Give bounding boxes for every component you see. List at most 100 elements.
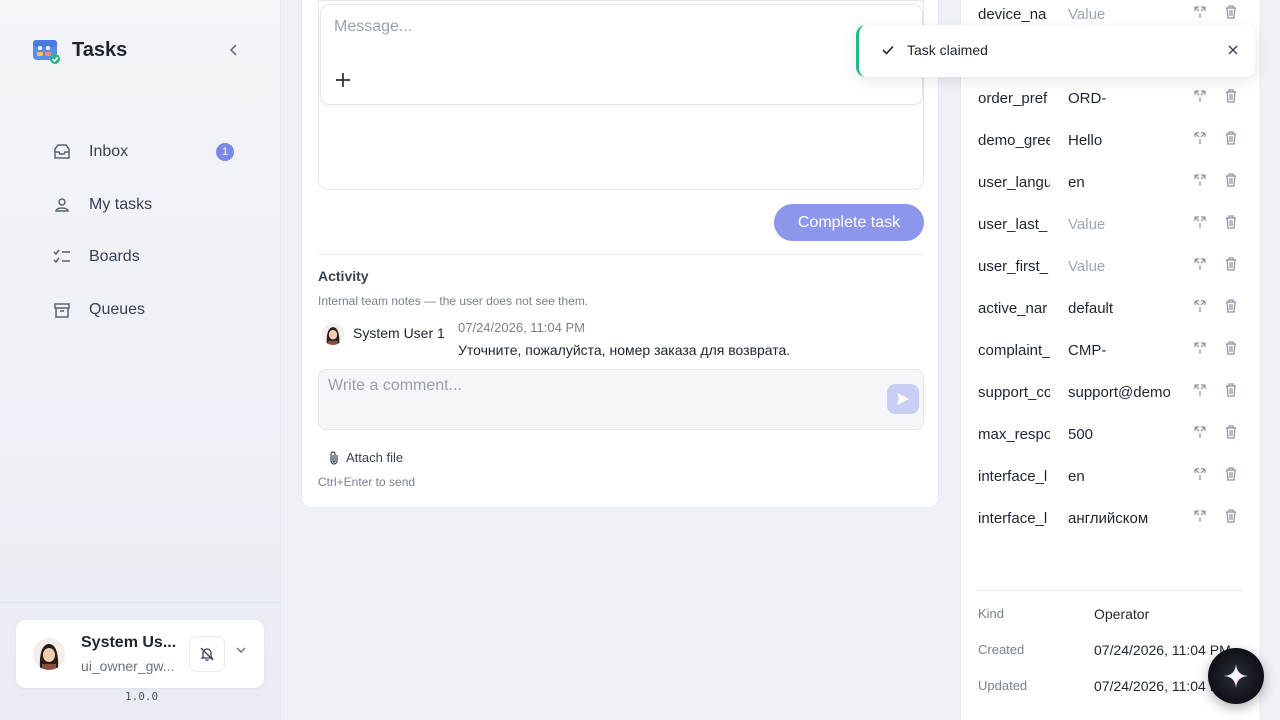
chevron-left-icon [229, 44, 237, 56]
send-hint: Ctrl+Enter to send [318, 475, 416, 489]
complete-task-button[interactable]: Complete task [774, 204, 924, 241]
expand-icon [1194, 300, 1206, 312]
variable-value-input[interactable]: support@demo [1068, 384, 1170, 401]
sidebar: Tasks Inbox 1 My tasks Boards Queues Sys… [0, 0, 281, 720]
variable-key: user_langu [978, 174, 1050, 191]
divider [318, 254, 924, 255]
variable-row: user_first_ Value [978, 256, 1248, 280]
variable-key: device_na [978, 6, 1047, 23]
chevron-down-icon[interactable] [236, 646, 246, 657]
delete-variable-button[interactable] [1225, 467, 1239, 481]
expand-variable-button[interactable] [1193, 341, 1207, 355]
variable-row: demo_gree Hello [978, 130, 1248, 154]
attach-file-button[interactable]: Attach file [328, 450, 403, 465]
expand-variable-button[interactable] [1193, 425, 1207, 439]
sidebar-item-queues[interactable]: Queues [40, 288, 250, 332]
send-icon [897, 393, 909, 405]
variable-row: complaint_ CMP- [978, 340, 1248, 364]
variable-value-input[interactable]: en [1068, 174, 1170, 191]
variable-value-input[interactable]: Hello [1068, 132, 1170, 149]
checklist-icon [52, 247, 72, 267]
expand-icon [1194, 6, 1206, 18]
delete-variable-button[interactable] [1225, 89, 1239, 103]
variable-value-input[interactable]: en [1068, 468, 1170, 485]
expand-icon [1194, 468, 1206, 480]
sidebar-item-inbox[interactable]: Inbox 1 [40, 130, 250, 174]
delete-variable-button[interactable] [1225, 509, 1239, 523]
sidebar-item-label: Boards [89, 248, 140, 265]
expand-variable-button[interactable] [1193, 299, 1207, 313]
variable-key: complaint_ [978, 342, 1050, 359]
collapse-sidebar-button[interactable] [224, 40, 244, 60]
check-icon [881, 43, 895, 57]
task-variables-panel: device_naValuecompany_UI E2E ui_e2e_orde… [960, 0, 1259, 720]
delete-variable-button[interactable] [1225, 131, 1239, 145]
variable-value-input[interactable]: Value [1068, 216, 1170, 233]
delete-variable-button[interactable] [1225, 425, 1239, 439]
send-comment-button[interactable] [887, 384, 919, 414]
assistant-button[interactable] [1208, 648, 1264, 704]
app-version: 1.0.0 [125, 690, 159, 703]
user-card[interactable]: System Us... ui_owner_gw... [16, 620, 264, 688]
paperclip-icon [330, 450, 338, 465]
variable-value-input[interactable]: Value [1068, 258, 1170, 275]
updated-label: Updated [978, 678, 1028, 693]
expand-variable-button[interactable] [1193, 257, 1207, 271]
variable-key: interface_l [978, 510, 1048, 527]
kind-label: Kind [978, 606, 1005, 621]
expand-variable-button[interactable] [1193, 509, 1207, 523]
delete-variable-button[interactable] [1225, 5, 1239, 19]
variable-row: user_langu en [978, 172, 1248, 196]
delete-variable-button[interactable] [1225, 341, 1239, 355]
activity-subtitle: Internal team notes — the user does not … [318, 294, 589, 308]
created-value: 07/24/2026, 11:04 PM [1094, 642, 1231, 658]
variable-value-input[interactable]: default [1068, 300, 1170, 317]
variable-key: demo_gree [978, 132, 1050, 149]
expand-variable-button[interactable] [1193, 383, 1207, 397]
sidebar-item-boards[interactable]: Boards [40, 235, 250, 279]
variable-value-input[interactable]: Value [1068, 6, 1170, 23]
expand-variable-button[interactable] [1193, 89, 1207, 103]
message-input[interactable]: Message... [320, 4, 923, 105]
close-toast-button[interactable] [1225, 42, 1241, 58]
app-title: Tasks [72, 38, 128, 61]
expand-icon [1194, 90, 1206, 102]
brand[interactable]: Tasks [32, 36, 127, 64]
expand-variable-button[interactable] [1193, 173, 1207, 187]
avatar [33, 638, 65, 670]
expand-variable-button[interactable] [1193, 5, 1207, 19]
variable-key: user_first_ [978, 258, 1049, 275]
comment-input[interactable]: Write a comment... [318, 369, 924, 430]
sidebar-item-my-tasks[interactable]: My tasks [40, 183, 250, 227]
notifications-button[interactable] [189, 636, 225, 672]
expand-icon [1194, 216, 1206, 228]
delete-variable-button[interactable] [1225, 257, 1239, 271]
avatar [322, 323, 344, 345]
expand-icon [1194, 510, 1206, 522]
delete-variable-button[interactable] [1225, 215, 1239, 229]
delete-variable-button[interactable] [1225, 299, 1239, 313]
variable-value-input[interactable]: английском [1068, 510, 1170, 527]
add-attachment-button[interactable] [335, 69, 357, 91]
archive-icon [52, 300, 72, 320]
expand-icon [1194, 426, 1206, 438]
reply-editor: Message... [318, 0, 924, 190]
user-name: System Us... [81, 634, 177, 651]
variable-value-input[interactable]: CMP- [1068, 342, 1170, 359]
variable-row: interface_l en [978, 466, 1248, 490]
tasks-logo-icon [32, 36, 60, 64]
expand-icon [1194, 342, 1206, 354]
variable-row: order_pref ORD- [978, 88, 1248, 112]
variable-value-input[interactable]: ORD- [1068, 90, 1170, 107]
delete-variable-button[interactable] [1225, 173, 1239, 187]
variable-value-input[interactable]: 500 [1068, 426, 1170, 443]
sidebar-nav: Inbox 1 My tasks Boards Queues [40, 130, 250, 340]
expand-variable-button[interactable] [1193, 131, 1207, 145]
variable-row: support_cc support@demo [978, 382, 1248, 406]
expand-variable-button[interactable] [1193, 215, 1207, 229]
sidebar-item-label: Queues [89, 300, 146, 318]
expand-icon [1194, 258, 1206, 270]
activity-note: Уточните, пожалуйста, номер заказа для в… [458, 342, 791, 358]
expand-variable-button[interactable] [1193, 467, 1207, 481]
delete-variable-button[interactable] [1225, 383, 1239, 397]
